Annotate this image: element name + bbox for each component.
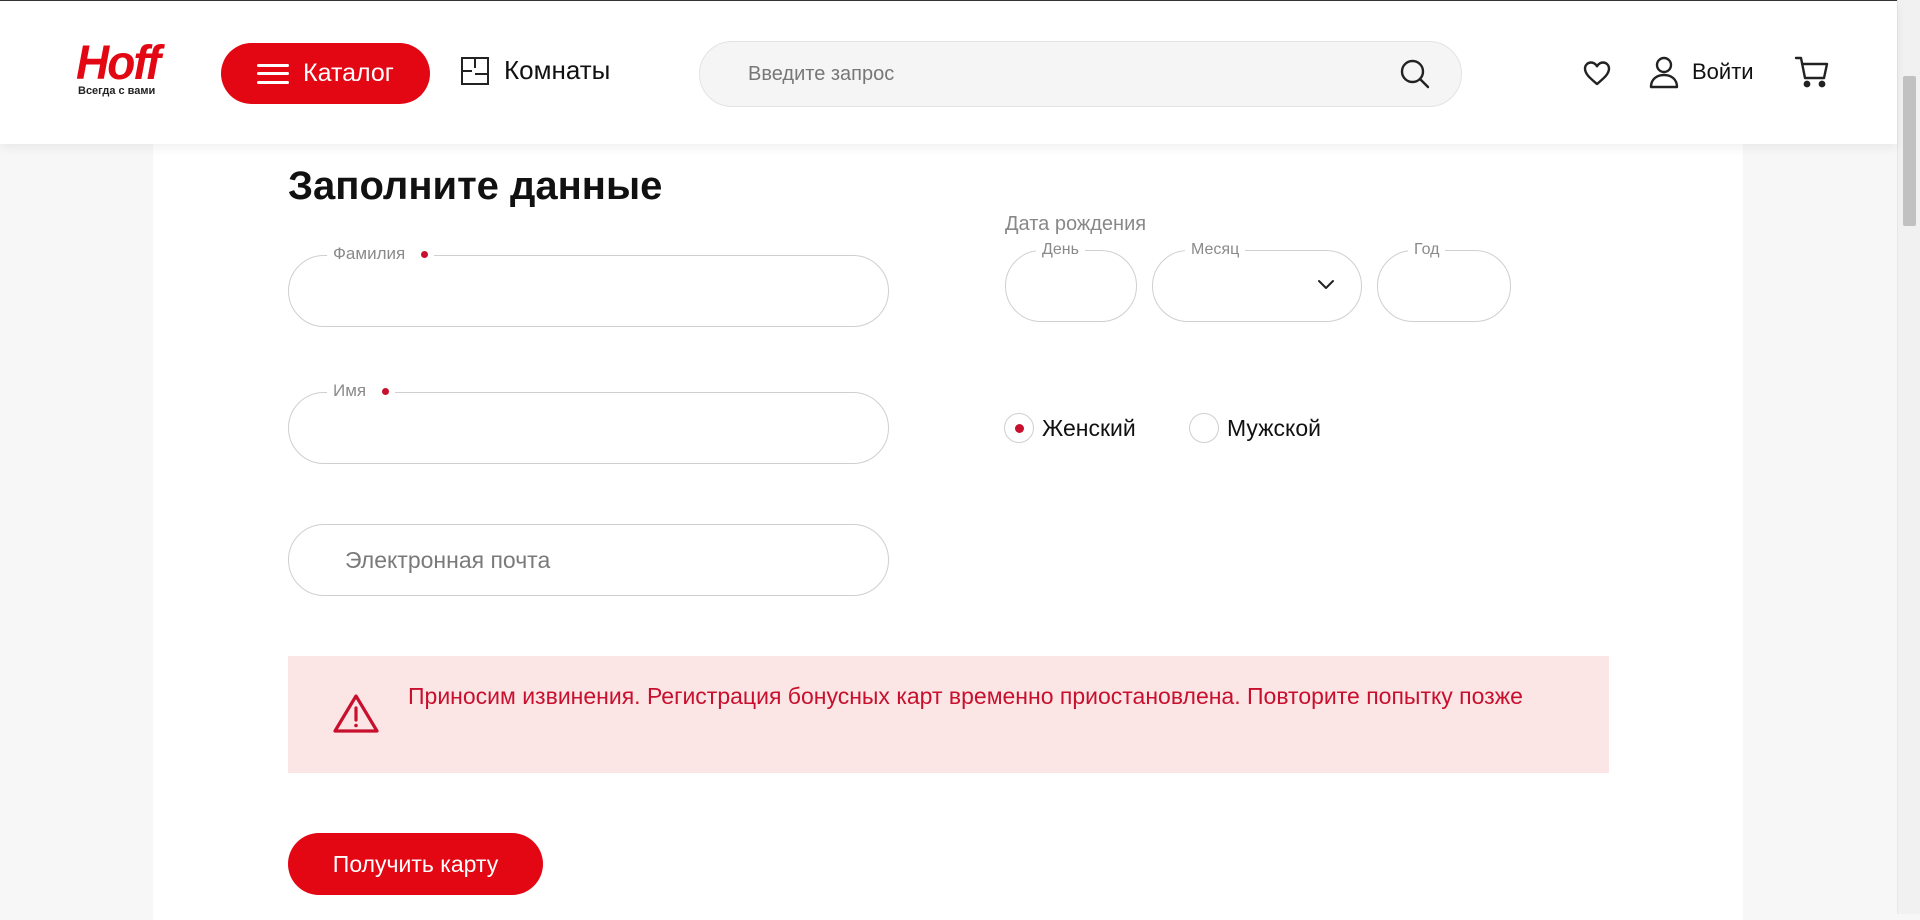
dob-month-select[interactable]: Месяц: [1152, 241, 1362, 322]
dob-year-field: Год: [1377, 241, 1511, 322]
hoff-logo[interactable]: Hoff Всегда с вами: [76, 34, 166, 101]
dob-day-field: День: [1005, 241, 1137, 322]
last-name-label: Фамилия: [333, 244, 406, 263]
cart-icon[interactable]: [1794, 55, 1830, 89]
gender-male-radio[interactable]: Мужской: [1189, 413, 1321, 443]
dob-month-label: Месяц: [1185, 241, 1246, 259]
site-header: Hoff Всегда с вами Каталог Комнаты Войти: [0, 0, 1897, 144]
search-box: [699, 41, 1462, 107]
login-link[interactable]: Войти: [1648, 55, 1754, 89]
radio-circle-checked: [1004, 413, 1034, 443]
email-input[interactable]: [289, 525, 888, 595]
first-name-input[interactable]: [289, 393, 888, 463]
rooms-icon: [461, 56, 489, 85]
first-name-label: Имя: [333, 381, 367, 400]
scrollbar-thumb[interactable]: [1903, 76, 1916, 226]
error-alert: Приносим извинения. Регистрация бонусных…: [288, 656, 1609, 773]
heart-icon[interactable]: [1582, 59, 1612, 87]
get-card-button[interactable]: Получить карту: [288, 833, 543, 895]
radio-circle: [1189, 413, 1219, 443]
dob-year-label: Год: [1408, 241, 1446, 259]
gender-female-radio[interactable]: Женский: [1004, 413, 1136, 443]
gender-male-label: Мужской: [1227, 414, 1322, 441]
logo-wordmark: Hoff: [76, 34, 161, 90]
required-dot: [382, 387, 390, 395]
dob-title: Дата рождения: [1005, 213, 1147, 235]
user-icon: [1649, 56, 1679, 89]
menu-icon: [257, 63, 290, 84]
page-scrollbar[interactable]: [1897, 0, 1920, 914]
catalog-button-label: Каталог: [303, 59, 394, 87]
dob-year-input[interactable]: [1378, 251, 1510, 321]
last-name-input[interactable]: [289, 256, 888, 326]
search-icon[interactable]: [1399, 58, 1431, 90]
warning-icon: [333, 694, 379, 733]
login-label: Войти: [1692, 59, 1754, 84]
first-name-field-wrapper: Имя: [288, 381, 889, 464]
first-name-label-group: Имя: [327, 381, 396, 401]
dob-day-input[interactable]: [1006, 251, 1136, 321]
alert-message: Приносим извинения. Регистрация бонусных…: [408, 683, 1523, 709]
form-card: [153, 120, 1743, 920]
rooms-label: Комнаты: [504, 55, 611, 85]
search-input[interactable]: [700, 42, 1380, 106]
rooms-link[interactable]: Комнаты: [460, 55, 610, 86]
email-field-wrapper: [288, 524, 889, 596]
last-name-field-wrapper: Фамилия: [288, 244, 889, 327]
catalog-button[interactable]: Каталог: [221, 43, 430, 104]
required-dot: [421, 250, 429, 258]
gender-female-label: Женский: [1042, 414, 1136, 441]
dob-day-label: День: [1036, 241, 1085, 259]
last-name-label-group: Фамилия: [327, 244, 435, 264]
page-title: Заполните данные: [288, 164, 663, 208]
chevron-down-icon: [1318, 280, 1334, 289]
